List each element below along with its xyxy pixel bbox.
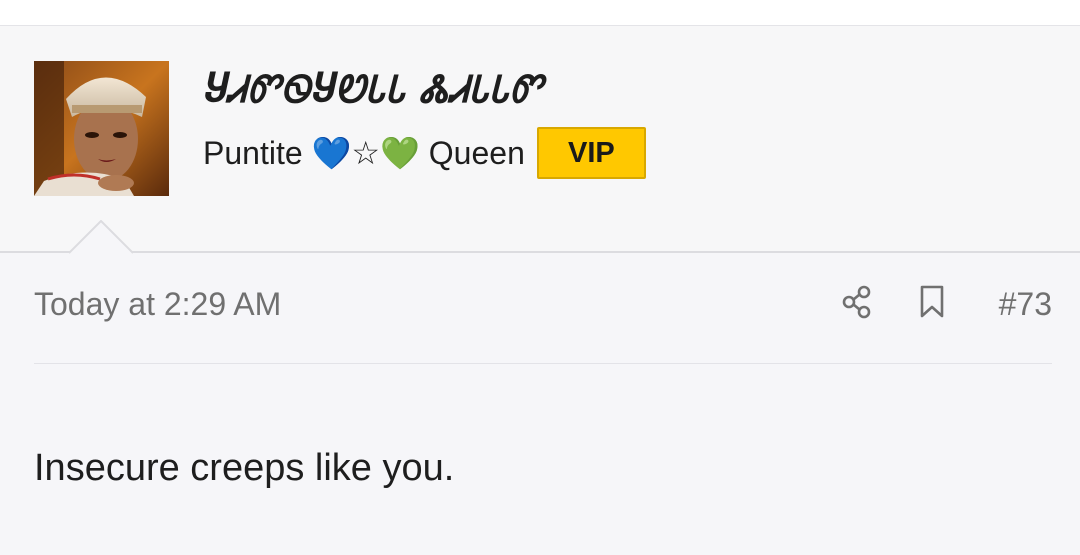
user-title: Puntite 💙☆💚 Queen: [203, 135, 525, 171]
user-header: ႸᏗᏛᏫႸᏬᏓᏓ ᏜᏗᏓᏓᏛ Puntite 💙☆💚 Queen VIP: [0, 26, 1080, 253]
post-number-link[interactable]: #73: [999, 286, 1052, 323]
vip-badge: VIP: [536, 127, 646, 179]
avatar[interactable]: [34, 61, 169, 196]
avatar-portrait: [34, 61, 169, 196]
share-button[interactable]: [838, 282, 876, 322]
bookmark-icon: [920, 285, 944, 318]
share-icon: [842, 285, 871, 319]
post-divider: [34, 363, 1052, 364]
post-body-text: Insecure creeps like you.: [34, 447, 455, 489]
user-title-row: Puntite 💙☆💚 Queen VIP: [203, 126, 646, 180]
post-meta: Today at 2:29 AM #73: [34, 280, 1052, 328]
bookmark-button[interactable]: [914, 282, 950, 322]
username[interactable]: ႸᏗᏛᏫႸᏬᏓᏓ ᏜᏗᏓᏓᏛ: [203, 68, 543, 112]
post-timestamp[interactable]: Today at 2:29 AM: [34, 286, 281, 323]
top-strip: [0, 0, 1080, 26]
